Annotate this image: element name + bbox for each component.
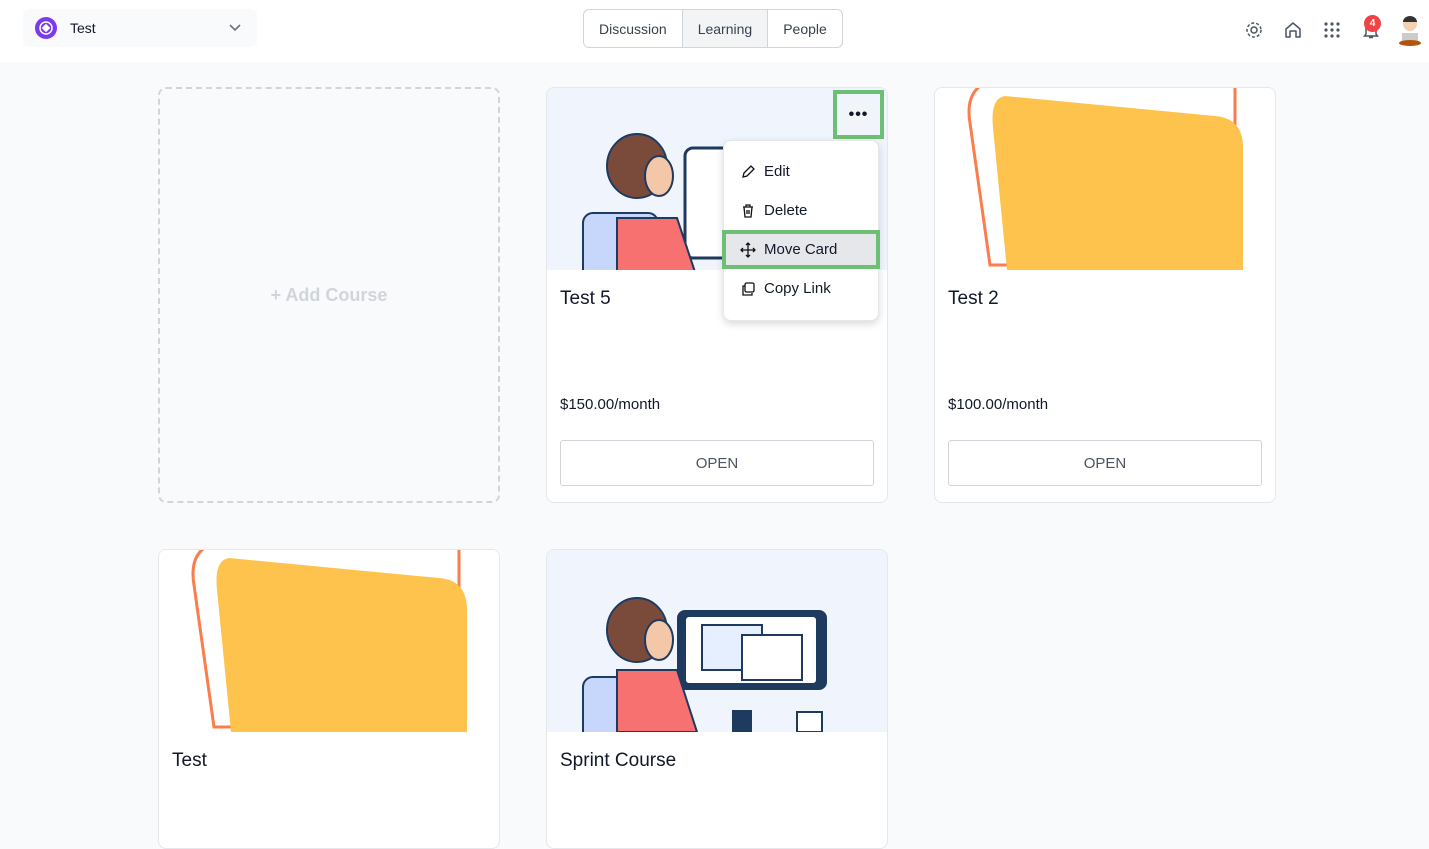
course-image-yellow-shape (159, 550, 499, 732)
menu-item-label: Edit (764, 163, 790, 180)
more-options-button[interactable]: ••• (833, 90, 884, 139)
course-price: $100.00/month (948, 396, 1048, 413)
tab-discussion[interactable]: Discussion (584, 10, 683, 47)
ellipsis-icon: ••• (841, 97, 876, 132)
course-card[interactable]: Test 2 $100.00/month OPEN (934, 87, 1276, 503)
menu-item-label: Copy Link (764, 280, 831, 297)
price-amount: $150.00 (560, 396, 615, 413)
course-image-yellow-shape (935, 88, 1275, 270)
pencil-icon (742, 164, 755, 178)
menu-item-copy-link[interactable]: Copy Link (724, 269, 878, 308)
course-title: Test 5 (560, 288, 611, 309)
menu-item-edit[interactable]: Edit (724, 152, 878, 191)
menu-item-move-card[interactable]: Move Card (722, 230, 880, 269)
add-course-button[interactable]: + Add Course (158, 87, 500, 503)
course-title: Test (172, 750, 207, 771)
tab-people[interactable]: People (768, 10, 842, 47)
home-icon[interactable] (1273, 20, 1312, 40)
course-price: $150.00/month (560, 396, 660, 413)
main-tabs: Discussion Learning People (583, 9, 843, 48)
chevron-down-icon (229, 24, 241, 32)
course-title: Test 2 (948, 288, 999, 309)
workspace-logo-icon (35, 17, 57, 39)
course-title: Sprint Course (560, 750, 677, 771)
course-card[interactable]: Sprint Course (546, 549, 888, 849)
tab-learning[interactable]: Learning (682, 10, 769, 47)
open-button[interactable]: OPEN (560, 440, 874, 486)
price-amount: $100.00 (948, 396, 1003, 413)
trash-icon (743, 203, 753, 218)
top-bar: Test Discussion Learning People 4 (0, 0, 1429, 62)
copy-icon (742, 281, 755, 296)
avatar[interactable] (1390, 14, 1429, 46)
menu-item-label: Delete (764, 202, 808, 219)
course-card[interactable]: Test (158, 549, 500, 849)
gear-icon[interactable] (1234, 20, 1273, 40)
bell-icon[interactable]: 4 (1351, 15, 1390, 40)
workspace-selector[interactable]: Test (23, 9, 257, 47)
apps-grid-icon[interactable] (1312, 21, 1351, 39)
price-period: /month (614, 396, 661, 413)
course-image-person-at-computer (547, 550, 887, 748)
notification-badge: 4 (1364, 15, 1381, 32)
menu-item-delete[interactable]: Delete (724, 191, 878, 230)
card-options-menu: Edit Delete Move Card Copy Link (722, 140, 880, 321)
workspace-name: Test (70, 20, 96, 36)
menu-item-label: Move Card (764, 241, 838, 258)
move-arrows-icon (740, 241, 756, 258)
price-period: /month (1002, 396, 1049, 413)
open-button[interactable]: OPEN (948, 440, 1262, 486)
